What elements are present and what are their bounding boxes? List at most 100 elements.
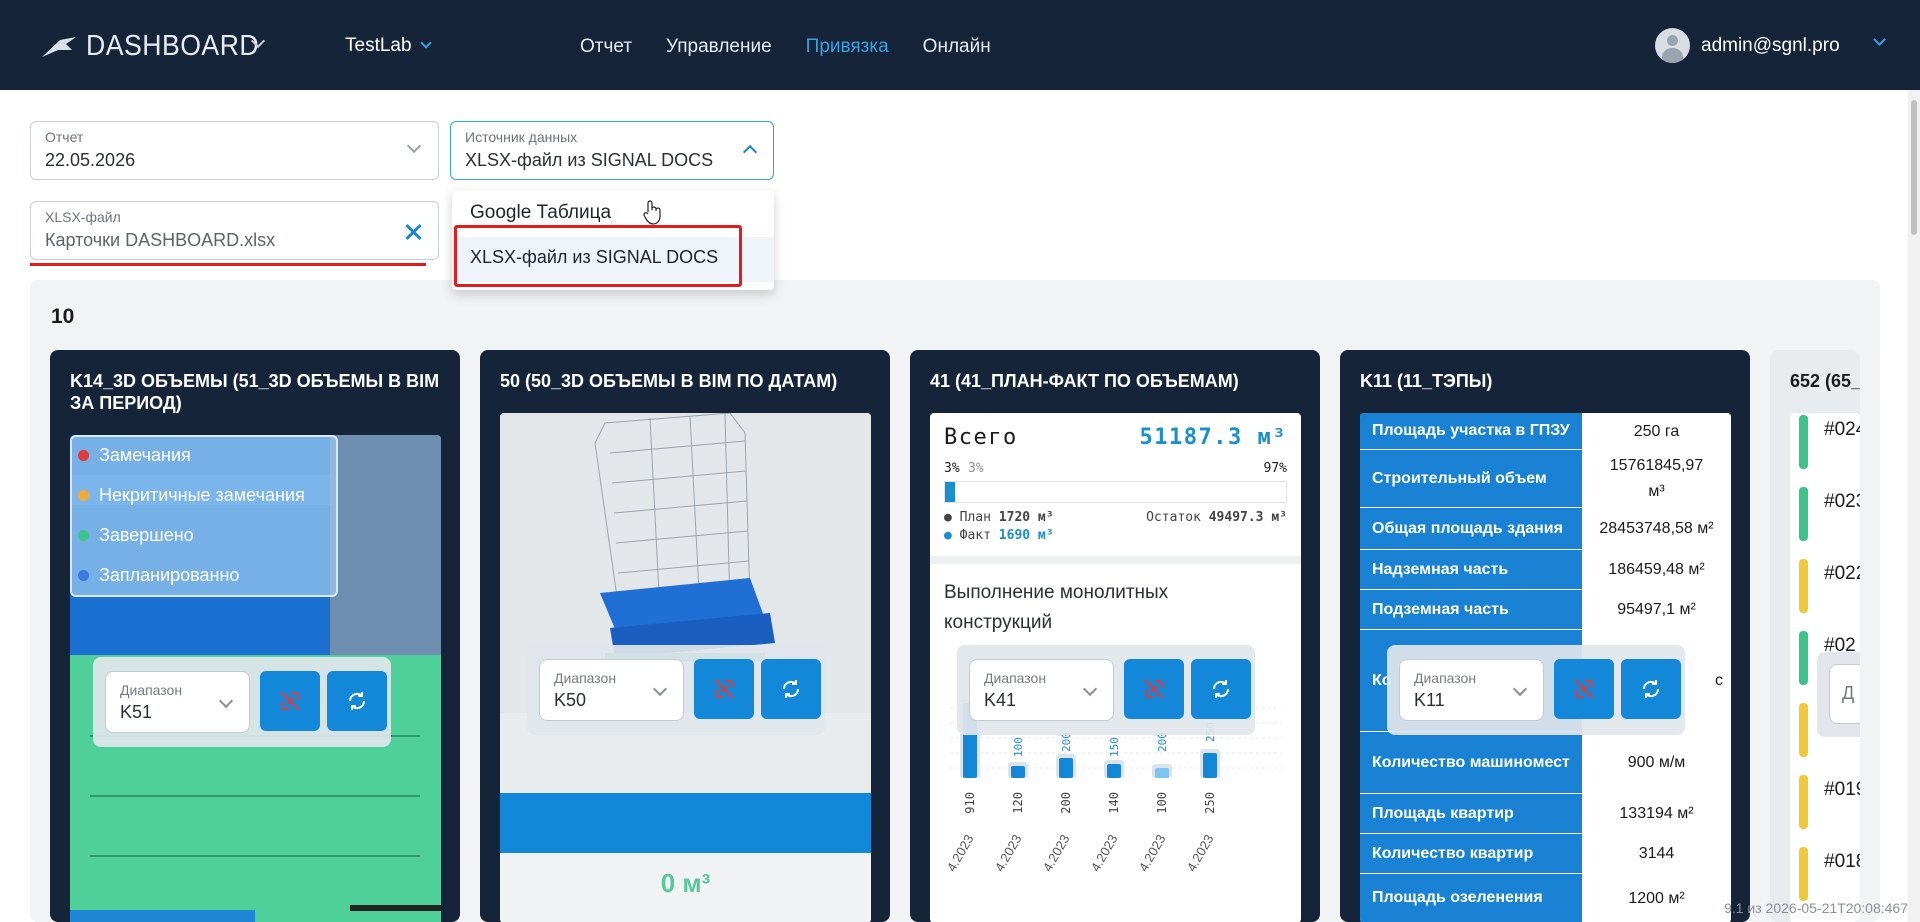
range-select[interactable]: Диапазон K11 <box>1399 659 1544 721</box>
field-value: XLSX-файл из SIGNAL DOCS <box>465 150 714 170</box>
range-control: Диапазон K11 <box>1387 645 1685 735</box>
fact-label: 100 <box>1155 792 1169 814</box>
blue-dot-icon <box>78 570 89 581</box>
progress-band <box>500 793 871 853</box>
date-label: 4.2023 <box>992 832 1025 874</box>
range-select[interactable]: Диапазон K50 <box>539 659 684 721</box>
fact-label: 250 <box>1203 792 1217 814</box>
unlink-icon <box>1144 679 1164 699</box>
card-41: 41 (41_ПЛАН-ФАКТ ПО ОБЪЕМАМ) Всего 51187… <box>910 350 1320 922</box>
cards-count: 10 <box>51 305 75 328</box>
date-label: 4.2023 <box>1184 832 1217 874</box>
table-row: Площадь озеленения 1200 м² <box>1360 874 1731 922</box>
card-title: K11 (11_ТЭПЫ) <box>1360 371 1493 391</box>
pct-left: 3% <box>944 461 960 476</box>
status-bar <box>1799 487 1808 541</box>
chart-subtitle: Выполнение монолитных конструкций <box>944 582 1169 633</box>
list-item[interactable]: #022 <box>1790 557 1860 629</box>
nav-report[interactable]: Отчет <box>580 36 632 58</box>
refresh-button[interactable] <box>1621 659 1681 719</box>
fact-bar <box>1107 764 1121 778</box>
legend-item: Завершено <box>78 525 194 546</box>
status-bar <box>1799 775 1808 829</box>
avatar <box>1655 28 1690 63</box>
chevron-down-icon <box>1512 681 1528 697</box>
range-select[interactable]: Диапазон K51 <box>105 671 250 733</box>
list-item[interactable]: #023 <box>1790 485 1860 557</box>
status-bar <box>1799 415 1808 469</box>
nav-online[interactable]: Онлайн <box>923 36 991 58</box>
progress-fill <box>945 482 956 502</box>
main-nav: Отчет Управление Привязка Онлайн <box>580 36 991 58</box>
refresh-button[interactable] <box>327 671 387 731</box>
scrollbar-thumb[interactable] <box>1911 100 1917 235</box>
fact-label: 140 <box>1107 792 1121 814</box>
nav-binding[interactable]: Привязка <box>806 36 889 58</box>
status-bar <box>1799 847 1808 901</box>
card-k11: K11 (11_ТЭПЫ) Площадь участка в ГПЗУ 250 … <box>1340 350 1750 922</box>
range-control: Диапазон K41 <box>957 645 1255 735</box>
nav-management[interactable]: Управление <box>666 36 772 58</box>
plan-fact-chart: 910 4.2023 120 4.2023 200 4.2023 140 4.2023 100 4… <box>944 703 1281 874</box>
project-selector[interactable]: TestLab <box>345 35 432 57</box>
field-value: 22.05.2026 <box>45 150 136 170</box>
fact-label: 200 <box>1059 792 1073 814</box>
refresh-button[interactable] <box>1191 659 1251 719</box>
unlink-button[interactable] <box>1554 659 1614 719</box>
report-date-select[interactable]: Отчет 22.05.2026 <box>30 121 439 180</box>
refresh-button[interactable] <box>761 659 821 719</box>
list-item[interactable]: #019 <box>1790 773 1860 845</box>
chevron-down-icon <box>420 37 432 49</box>
field-label: Источник данных <box>465 129 578 145</box>
unlink-button[interactable] <box>1124 659 1184 719</box>
orange-dot-icon <box>78 490 89 501</box>
chevron-down-icon <box>218 693 234 709</box>
data-source-select[interactable]: Источник данных XLSX-файл из SIGNAL DOCS <box>450 121 774 180</box>
range-select[interactable]: Д <box>1829 664 1860 724</box>
table-row: Площадь участка в ГПЗУ 250 га <box>1360 413 1731 450</box>
plan-row: ● План 1720 м³ <box>944 510 1054 525</box>
user-email: admin@sgnl.pro <box>1701 34 1840 56</box>
card-k14: K14_3D ОБЪЕМЫ (51_3D ОБЪЕМЫ В BIM ЗА ПЕР… <box>50 350 460 922</box>
unlink-button[interactable] <box>694 659 754 719</box>
range-control: Диапазон K51 <box>93 657 391 747</box>
version-info: 9.1 из 2026-05-21T20:08:467 <box>1724 900 1908 916</box>
card-title: K14_3D ОБЪЕМЫ (51_3D ОБЪЕМЫ В BIM ЗА ПЕР… <box>70 371 440 413</box>
clear-icon[interactable] <box>401 220 425 244</box>
unlink-button[interactable] <box>260 671 320 731</box>
range-value: K11 <box>1414 690 1445 710</box>
pct-right: 97% <box>1263 461 1287 476</box>
refresh-icon <box>1212 680 1230 698</box>
date-label: 4.2023 <box>1088 832 1121 874</box>
list-item[interactable]: #024 <box>1790 413 1860 485</box>
green-dot-icon <box>78 530 89 541</box>
xlsx-file-field[interactable]: XLSX-файл Карточки DASHBOARD.xlsx <box>30 201 439 260</box>
status-bar <box>1799 559 1808 613</box>
plan-label: 200 <box>1060 732 1073 752</box>
logo[interactable]: DASHBOARD <box>42 30 274 63</box>
chevron-up-icon <box>742 144 758 160</box>
total-value: 51187.3 м³ <box>1139 425 1287 450</box>
field-value: Карточки DASHBOARD.xlsx <box>45 230 276 250</box>
table-row: Подземная часть 95497,1 м² <box>1360 590 1731 630</box>
error-underline <box>30 263 426 266</box>
option-google-sheet[interactable]: Google Таблица <box>470 202 611 224</box>
unlink-icon <box>714 679 734 699</box>
legend-item: Запланированно <box>78 565 239 586</box>
chevron-down-icon <box>1873 33 1886 46</box>
card-652: 652 (65_ #024 #023 #022 #02 #019 #018 Д <box>1770 350 1860 922</box>
field-label: Отчет <box>45 129 84 145</box>
chevron-down-icon <box>1082 681 1098 697</box>
plan-label: 150 <box>1108 737 1121 757</box>
date-label: 4.2023 <box>1040 832 1073 874</box>
table-row: Надземная часть 186459,48 м² <box>1360 550 1731 590</box>
divider <box>930 556 1301 564</box>
user-menu[interactable]: admin@sgnl.pro <box>1655 28 1886 63</box>
card-title: 50 (50_3D ОБЪЕМЫ В BIM ПО ДАТАМ) <box>500 371 838 391</box>
range-select[interactable]: Диапазон K41 <box>969 659 1114 721</box>
refresh-icon <box>782 680 800 698</box>
chevron-down-icon <box>652 681 668 697</box>
range-value: K51 <box>120 702 153 722</box>
fact-label: 910 <box>963 792 977 814</box>
top-bar: DASHBOARD TestLab Отчет Управление Привя… <box>0 0 1920 90</box>
